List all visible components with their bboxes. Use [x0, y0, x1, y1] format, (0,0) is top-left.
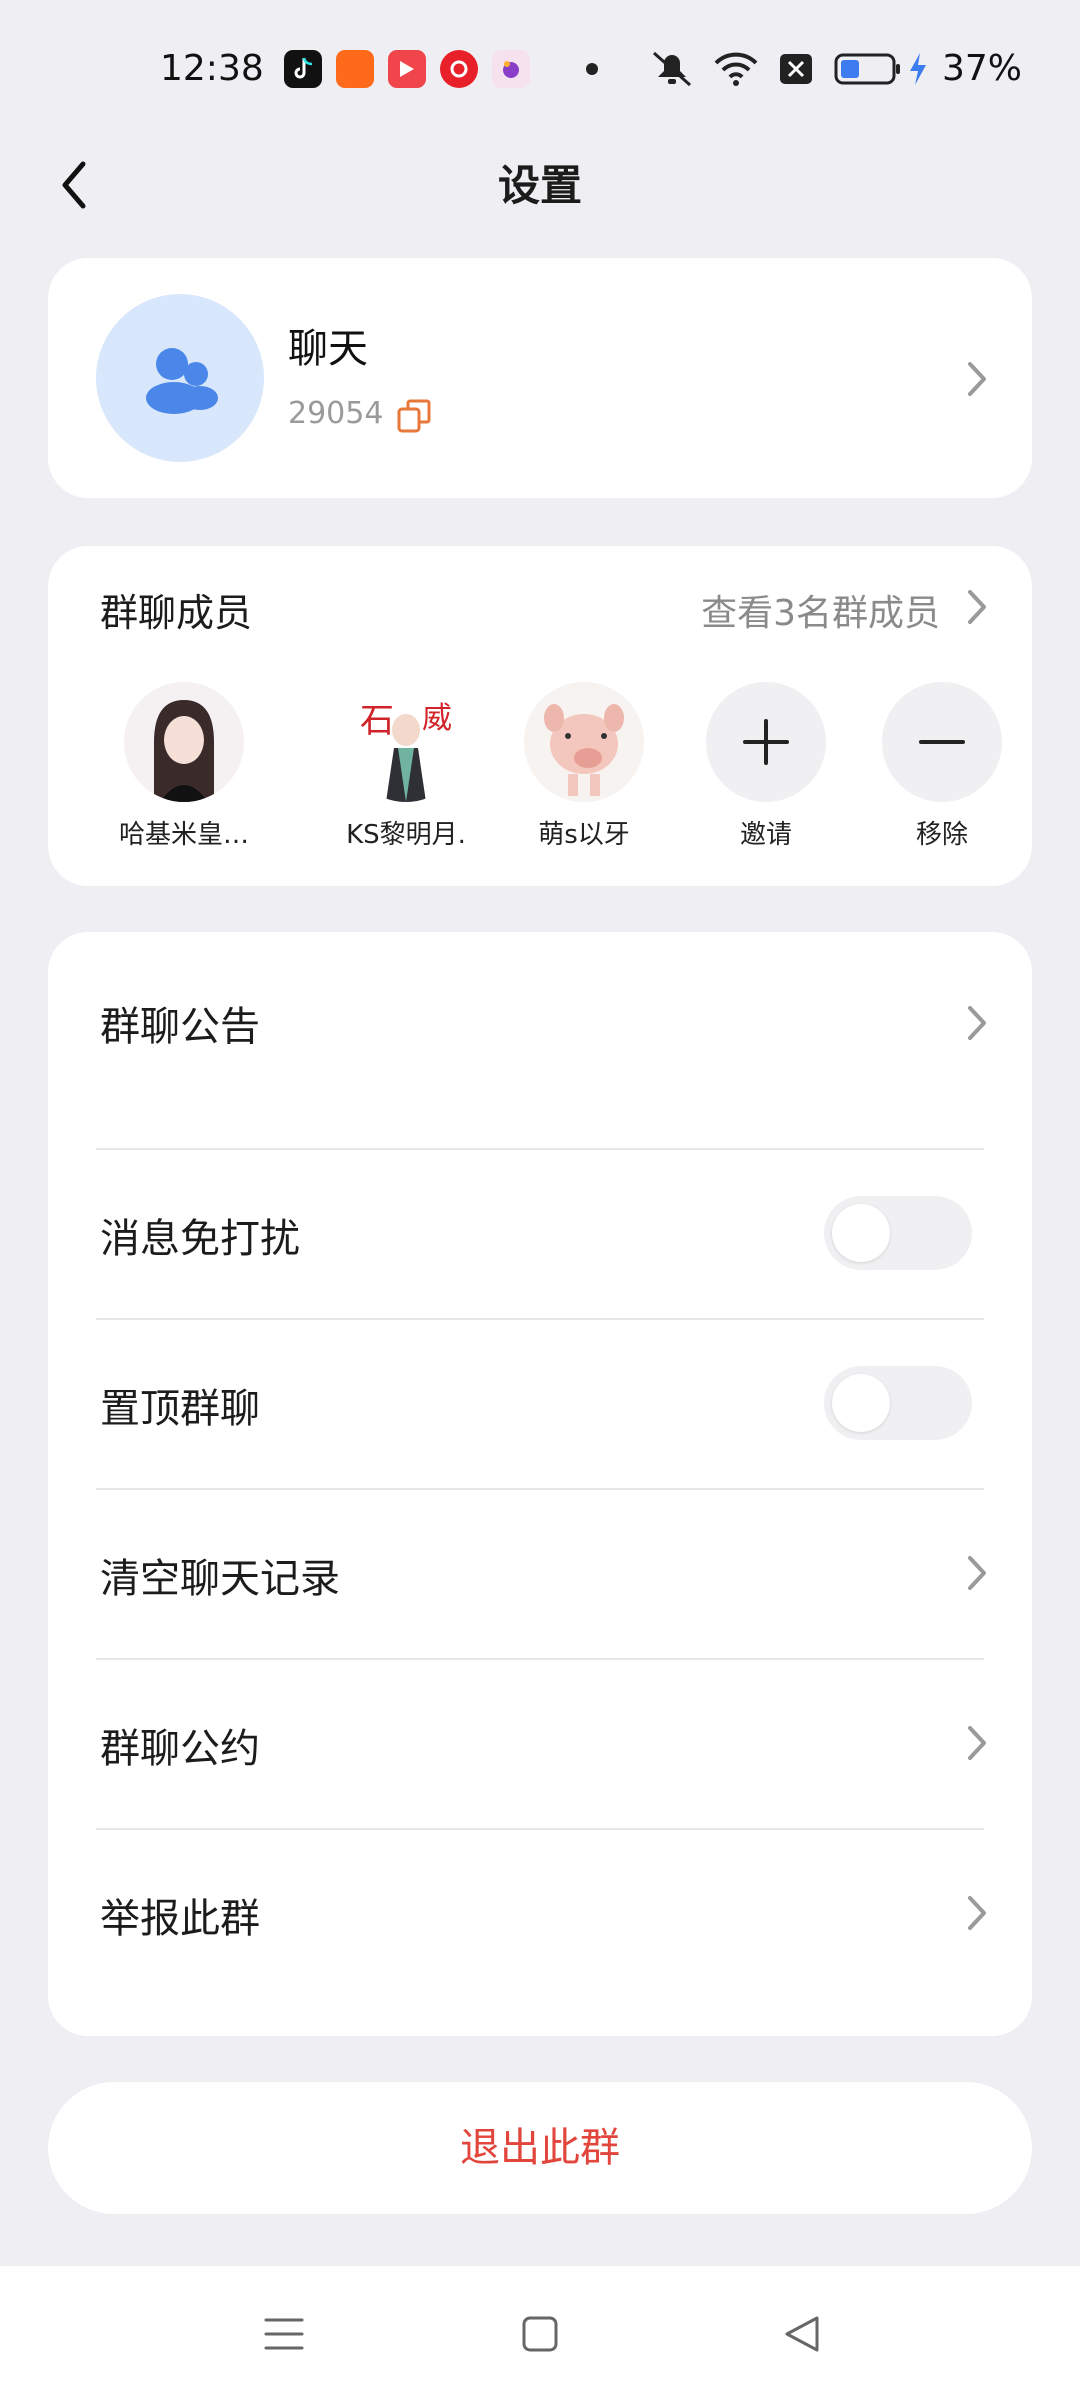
members-title: 群聊成员 [100, 591, 253, 635]
copy-icon [397, 399, 431, 433]
status-time: 12:38 [160, 48, 264, 89]
kuaishou-icon [336, 50, 374, 88]
group-rules-label: 群聊公约 [100, 1726, 260, 1772]
view-all-members-link[interactable]: 查看3名群成员 [701, 584, 940, 636]
chevron-right-icon [968, 1726, 986, 1760]
pin-chat-row: 置顶群聊 [48, 1320, 1032, 1488]
group-name: 聊天 [288, 326, 368, 372]
chevron-right-icon [968, 1556, 986, 1590]
minus-icon [919, 740, 965, 744]
more-notifications-dot [586, 63, 598, 75]
exit-group-button[interactable]: 退出此群 [48, 2082, 1032, 2214]
svg-text:石: 石 [360, 701, 394, 741]
announcement-row[interactable]: 群聊公告 [48, 932, 1032, 1148]
member-item[interactable]: 石威 KS黎明月. [326, 682, 486, 851]
group-settings-list: 群聊公告 消息免打扰 置顶群聊 清空聊天记录 群聊公约 举报此群 [48, 932, 1032, 2036]
member-item[interactable]: 哈基米皇… [104, 682, 264, 851]
remove-button-circle[interactable] [882, 682, 1002, 802]
page-title: 设置 [497, 161, 582, 210]
group-rules-row[interactable]: 群聊公约 [48, 1660, 1032, 1828]
toggle-knob [832, 1374, 890, 1432]
clear-history-row[interactable]: 清空聊天记录 [48, 1490, 1032, 1658]
member-name: 哈基米皇… [118, 820, 249, 850]
report-group-label: 举报此群 [100, 1896, 260, 1942]
game-app-icon [492, 50, 530, 88]
clear-history-label: 清空聊天记录 [100, 1556, 340, 1602]
remove-label: 移除 [915, 820, 968, 850]
system-icons: 37% [650, 48, 1022, 89]
tiktok-icon [284, 50, 322, 88]
mute-notifications-row: 消息免打扰 [48, 1150, 1032, 1318]
member-item[interactable]: 萌s以牙 [504, 682, 664, 851]
member-avatar [524, 682, 644, 802]
member-avatar: 石威 [346, 682, 466, 802]
wifi-icon [714, 52, 758, 86]
svg-text:威: 威 [422, 701, 452, 736]
invite-member-button[interactable]: 邀请 [686, 682, 846, 851]
group-avatar [96, 294, 264, 462]
pin-chat-toggle[interactable] [824, 1366, 972, 1440]
group-profile-card[interactable]: 聊天 29054 [48, 258, 1032, 498]
chevron-right-icon [968, 1896, 986, 1930]
copy-id-button[interactable] [396, 398, 432, 438]
plus-icon [743, 719, 789, 765]
announcement-label: 群聊公告 [100, 1004, 260, 1050]
mute-icon [653, 51, 691, 86]
chevron-right-icon [968, 1006, 986, 1040]
back-triangle-icon [785, 2316, 819, 2352]
group-members-card: 群聊成员 查看3名群成员 哈基米皇… 石威 KS黎明月. 萌s以牙 邀请 移除 [48, 546, 1032, 886]
member-avatar [124, 682, 244, 802]
member-name: 萌s以牙 [538, 820, 630, 850]
invite-label: 邀请 [739, 820, 792, 850]
home-nav-button[interactable] [510, 2304, 570, 2364]
menu-nav-button[interactable] [254, 2304, 314, 2364]
chevron-right-icon [968, 590, 986, 624]
group-people-icon [146, 348, 218, 414]
remove-member-button[interactable]: 移除 [862, 682, 1022, 851]
back-nav-button[interactable] [772, 2304, 832, 2364]
toggle-knob [832, 1204, 890, 1262]
invite-button-circle[interactable] [706, 682, 826, 802]
menu-icon [264, 2318, 304, 2350]
report-group-row[interactable]: 举报此群 [48, 1830, 1032, 2000]
member-name: KS黎明月. [346, 820, 466, 850]
sim-off-icon [780, 53, 812, 84]
system-nav-bar [0, 2266, 1080, 2400]
chevron-right-icon [968, 362, 986, 396]
mute-notifications-label: 消息免打扰 [100, 1216, 300, 1262]
charging-icon [910, 52, 926, 85]
group-id: 29054 [288, 396, 384, 431]
video-app-icon [388, 50, 426, 88]
home-square-icon [522, 2316, 558, 2352]
battery-icon [834, 53, 900, 84]
status-bar: 12:38 37% [0, 0, 1080, 140]
mute-notifications-toggle[interactable] [824, 1196, 972, 1270]
notification-icons [284, 50, 598, 88]
netease-music-icon [440, 50, 478, 88]
battery-percentage: 37% [942, 48, 1023, 89]
pin-chat-label: 置顶群聊 [100, 1386, 260, 1432]
